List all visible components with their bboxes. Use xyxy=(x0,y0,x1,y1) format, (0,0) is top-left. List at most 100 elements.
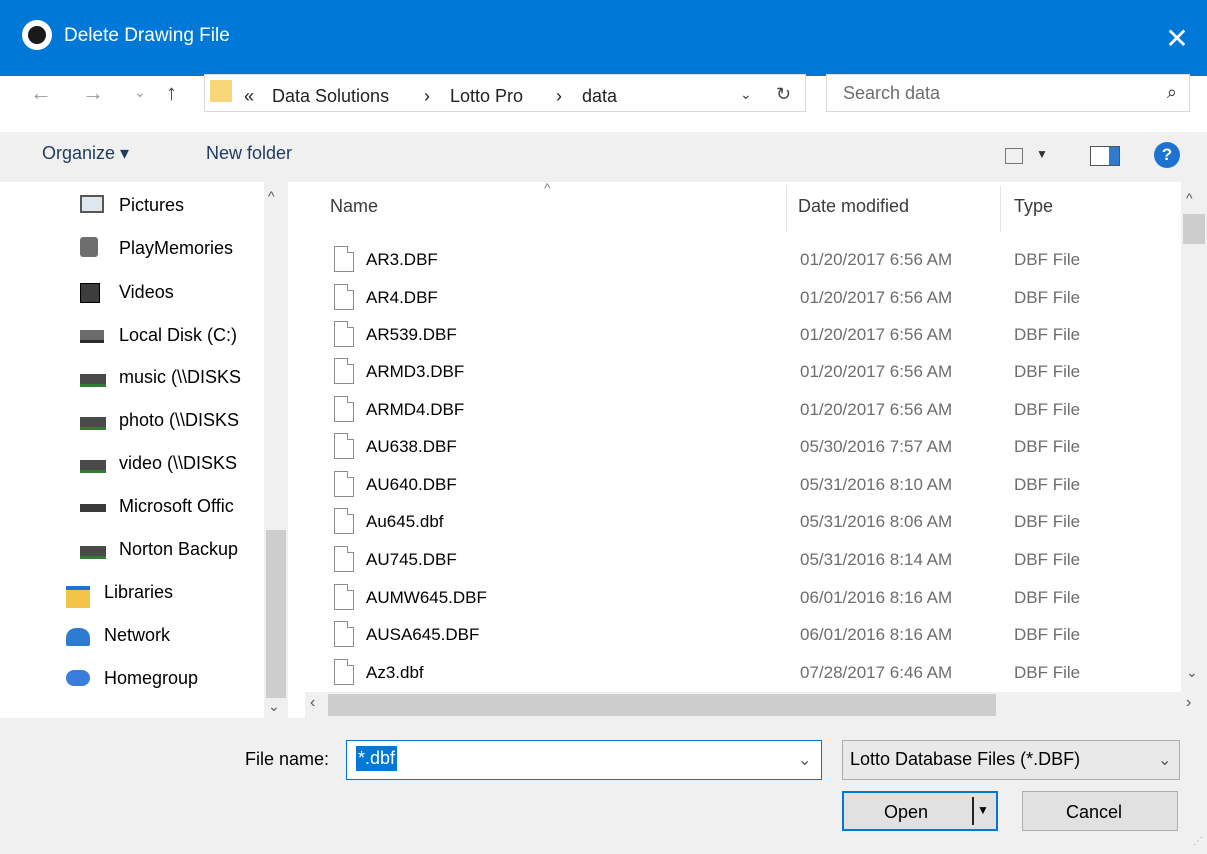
file-name[interactable]: ARMD3.DBF xyxy=(366,362,464,382)
nav-item-music-share[interactable]: music (\\DISKS xyxy=(119,367,264,388)
scroll-up-chevron-icon[interactable]: ^ xyxy=(268,188,275,204)
file-date-modified: 07/28/2017 6:46 AM xyxy=(800,663,953,682)
nav-item-norton-backup[interactable]: Norton Backup xyxy=(119,539,264,560)
file-date-modified: 05/30/2016 7:57 AM xyxy=(800,437,953,456)
pictures-icon xyxy=(80,195,104,213)
scroll-up-chevron-icon[interactable]: ^ xyxy=(1186,190,1193,206)
file-name[interactable]: AR539.DBF xyxy=(366,325,457,345)
search-field[interactable]: Search data ⌕ xyxy=(826,74,1190,112)
column-divider[interactable] xyxy=(1000,186,1001,232)
file-date-modified: 05/31/2016 8:14 AM xyxy=(800,550,953,569)
view-options-chevron-icon[interactable]: ▼ xyxy=(1036,147,1048,161)
file-date-modified: 01/20/2017 6:56 AM xyxy=(800,250,953,269)
nav-item-photo-share[interactable]: photo (\\DISKS xyxy=(119,410,264,431)
back-arrow-icon[interactable]: ← xyxy=(30,80,52,106)
file-date-modified: 01/20/2017 6:56 AM xyxy=(800,325,953,344)
address-dropdown-chevron-icon[interactable]: ⌄ xyxy=(740,86,752,103)
file-type: DBF File xyxy=(1014,550,1081,569)
filter-dropdown-chevron-icon[interactable]: ⌄ xyxy=(1158,750,1171,770)
file-name[interactable]: ARMD4.DBF xyxy=(366,400,464,420)
breadcrumb-separator[interactable]: › xyxy=(556,86,562,107)
up-arrow-icon[interactable]: ↑ xyxy=(166,80,177,106)
vertical-scroll-thumb[interactable] xyxy=(1183,214,1205,244)
file-name[interactable]: AUMW645.DBF xyxy=(366,588,487,608)
scroll-down-chevron-icon[interactable]: ⌄ xyxy=(268,698,280,715)
refresh-icon[interactable]: ↻ xyxy=(776,84,791,105)
file-icon xyxy=(334,433,354,459)
file-type: DBF File xyxy=(1014,437,1081,456)
change-view-icon[interactable] xyxy=(1005,148,1023,164)
file-icon xyxy=(334,284,354,310)
drive-icon xyxy=(80,504,106,512)
network-drive-icon xyxy=(80,460,106,473)
file-name-dropdown-chevron-icon[interactable]: ⌄ xyxy=(798,750,811,770)
file-icon xyxy=(334,396,354,422)
playmemories-icon xyxy=(80,237,98,257)
nav-item-playmemories[interactable]: PlayMemories xyxy=(119,238,259,259)
file-type: DBF File xyxy=(1014,625,1081,644)
file-name[interactable]: AU638.DBF xyxy=(366,437,457,457)
file-name[interactable]: AU745.DBF xyxy=(366,550,457,570)
file-date-modified: 01/20/2017 6:56 AM xyxy=(800,400,953,419)
cancel-button-label[interactable]: Cancel xyxy=(1066,802,1122,823)
network-drive-icon xyxy=(80,546,106,559)
file-date-modified: 01/20/2017 6:56 AM xyxy=(800,362,953,381)
file-type: DBF File xyxy=(1014,475,1081,494)
help-button[interactable]: ? xyxy=(1154,142,1180,168)
organize-button[interactable]: Organize ▾ xyxy=(42,143,129,164)
nav-item-network[interactable]: Network xyxy=(104,625,288,646)
file-icon xyxy=(334,659,354,685)
file-type-filter-value[interactable]: Lotto Database Files (*.DBF) xyxy=(850,749,1080,770)
recent-locations-chevron-icon[interactable]: ⌄ xyxy=(134,84,146,101)
column-header-type[interactable]: Type xyxy=(1014,196,1053,217)
new-folder-button[interactable]: New folder xyxy=(206,143,292,164)
breadcrumb-data-solutions[interactable]: Data Solutions xyxy=(272,86,389,107)
videos-icon xyxy=(80,283,100,303)
command-bar xyxy=(0,132,1207,182)
scroll-left-chevron-icon[interactable]: ‹ xyxy=(310,694,315,712)
breadcrumb-data[interactable]: data xyxy=(582,86,617,107)
file-name[interactable]: AUSA645.DBF xyxy=(366,625,479,645)
search-placeholder: Search data xyxy=(843,83,941,103)
search-icon[interactable]: ⌕ xyxy=(1167,82,1177,103)
nav-item-homegroup[interactable]: Homegroup xyxy=(104,668,288,689)
file-name-input-value[interactable]: *.dbf xyxy=(356,746,398,771)
nav-item-video-share[interactable]: video (\\DISKS xyxy=(119,453,264,474)
file-list-vertical-scrollbar[interactable] xyxy=(1181,182,1207,692)
file-name-combobox[interactable] xyxy=(346,740,822,780)
file-name[interactable]: AR4.DBF xyxy=(366,288,438,308)
file-name[interactable]: AR3.DBF xyxy=(366,250,438,270)
nav-item-local-disk[interactable]: Local Disk (C:) xyxy=(119,325,264,346)
nav-item-microsoft-office[interactable]: Microsoft Offic xyxy=(119,496,264,517)
file-type: DBF File xyxy=(1014,588,1081,607)
file-icon xyxy=(334,246,354,272)
nav-item-libraries[interactable]: Libraries xyxy=(104,582,288,603)
file-type: DBF File xyxy=(1014,362,1081,381)
file-name-label: File name: xyxy=(245,749,330,769)
resize-grip-icon[interactable]: ⋰ xyxy=(1193,836,1203,847)
breadcrumb-separator[interactable]: › xyxy=(424,86,430,107)
forward-arrow-icon[interactable]: → xyxy=(82,80,104,106)
file-type: DBF File xyxy=(1014,325,1081,344)
breadcrumb-lotto-pro[interactable]: Lotto Pro xyxy=(450,86,523,107)
column-header-name[interactable]: Name xyxy=(330,196,378,217)
preview-pane-icon[interactable] xyxy=(1090,146,1120,166)
file-icon xyxy=(334,358,354,384)
local-disk-icon xyxy=(80,330,104,343)
file-name[interactable]: Au645.dbf xyxy=(366,512,444,532)
file-name[interactable]: AU640.DBF xyxy=(366,475,457,495)
open-button-label[interactable]: Open xyxy=(884,802,928,823)
breadcrumb-overflow[interactable]: « xyxy=(244,86,254,107)
file-icon xyxy=(334,584,354,610)
close-button[interactable]: ✕ xyxy=(1147,0,1207,76)
open-dropdown-arrow-icon[interactable]: ▼ xyxy=(977,803,989,817)
navigation-scroll-thumb[interactable] xyxy=(266,530,286,698)
horizontal-scroll-thumb[interactable] xyxy=(328,694,996,716)
open-split-dropdown[interactable]: ▼ xyxy=(972,797,996,825)
file-name[interactable]: Az3.dbf xyxy=(366,663,424,683)
column-divider[interactable] xyxy=(786,186,787,232)
scroll-down-chevron-icon[interactable]: ⌄ xyxy=(1186,664,1198,681)
column-header-date-modified[interactable]: Date modified xyxy=(798,196,909,217)
window-title: Delete Drawing File xyxy=(64,25,230,46)
scroll-right-chevron-icon[interactable]: › xyxy=(1186,694,1191,712)
